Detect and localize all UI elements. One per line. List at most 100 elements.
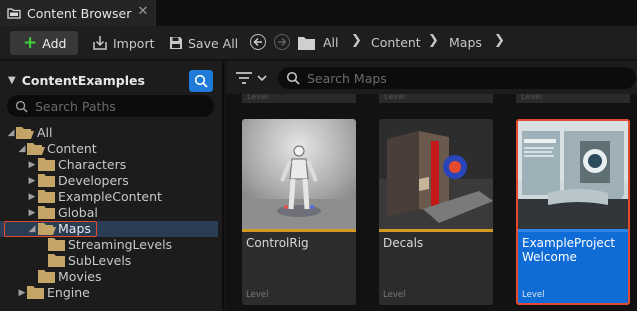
search-icon <box>15 100 28 113</box>
collapsed-arrow-icon[interactable]: ▶ <box>27 189 37 205</box>
tree-label: ExampleContent <box>58 189 162 204</box>
folder-icon <box>38 190 55 203</box>
toolbar: + Add Import Save All All ❯ Content ❯ Ma… <box>0 26 637 60</box>
expanded-arrow-icon[interactable]: ◢ <box>17 141 27 157</box>
breadcrumb-content[interactable]: Content <box>371 35 421 50</box>
save-all-label: Save All <box>188 35 239 51</box>
tree-label: Movies <box>58 269 102 284</box>
asset-name: Decals <box>383 236 424 250</box>
asset-name: ExampleProject Welcome <box>522 236 616 264</box>
forward-arrow-icon <box>278 37 287 47</box>
tree-item-developers[interactable]: ▶ Developers <box>0 173 218 189</box>
path-search-placeholder: Search Paths <box>35 98 116 114</box>
folder-open-icon <box>27 143 45 155</box>
asset-card-exampleproject-welcome[interactable]: ExampleProject Welcome Level <box>516 119 630 305</box>
forward-button[interactable] <box>274 34 290 50</box>
sources-root-label: ContentExamples <box>21 72 145 88</box>
collapsed-arrow-icon[interactable]: ▶ <box>27 157 37 173</box>
chevron-right-icon[interactable]: ❯ <box>428 33 439 48</box>
asset-type: Level <box>521 94 543 101</box>
collapsed-arrow-icon[interactable]: ▶ <box>17 285 27 301</box>
breadcrumb-maps[interactable]: Maps <box>449 35 482 50</box>
collapse-triangle-icon[interactable]: ▼ <box>8 75 16 86</box>
collapsed-arrow-icon[interactable]: ▶ <box>27 205 37 221</box>
search-toggle-button[interactable] <box>189 70 213 92</box>
asset-thumbnail <box>242 119 356 229</box>
tab-title: Content Browser <box>27 5 132 21</box>
asset-color-bar <box>518 229 628 232</box>
import-label: Import <box>113 35 155 51</box>
back-arrow-icon <box>253 37 262 47</box>
asset-type: Level <box>246 290 269 300</box>
search-icon <box>286 71 300 85</box>
asset-name: ControlRig <box>246 236 309 250</box>
chevron-right-icon[interactable]: ❯ <box>494 33 505 48</box>
filter-icon <box>236 72 252 84</box>
asset-color-bar <box>242 229 356 232</box>
asset-card-partial[interactable]: Level <box>516 94 630 103</box>
path-search-input[interactable]: Search Paths <box>7 95 214 117</box>
tree-item-examplecontent[interactable]: ▶ ExampleContent <box>0 189 218 205</box>
folder-open-icon <box>16 127 34 139</box>
expanded-arrow-icon[interactable]: ◢ <box>6 125 16 141</box>
filter-button[interactable] <box>236 70 272 86</box>
chevron-right-icon[interactable]: ❯ <box>351 33 362 48</box>
folder-icon <box>38 206 55 219</box>
tree-item-streaminglevels[interactable]: StreamingLevels <box>0 237 218 253</box>
tree-label: SubLevels <box>68 253 132 268</box>
tree-label: All <box>37 125 53 140</box>
tree-item-global[interactable]: ▶ Global <box>0 205 218 221</box>
tree-label: Global <box>58 205 98 220</box>
asset-card-partial[interactable]: Level <box>242 94 356 103</box>
tree-label: Engine <box>47 285 90 300</box>
asset-type: Level <box>383 290 406 300</box>
asset-card-controlrig[interactable]: ControlRig Level <box>242 119 356 305</box>
folder-icon <box>38 174 55 187</box>
asset-type: Level <box>522 290 545 300</box>
asset-card-decals[interactable]: Decals Level <box>379 119 493 305</box>
folder-icon <box>38 270 55 283</box>
import-button[interactable]: Import <box>92 31 155 55</box>
asset-color-bar <box>379 229 493 232</box>
map-search-placeholder: Search Maps <box>307 70 387 86</box>
filter-bar: Search Maps <box>226 61 637 94</box>
sources-panel: ▼ ContentExamples Search Paths ◢ All ◢ C… <box>0 61 224 311</box>
tab-bar: Content Browser ✕ <box>0 0 637 26</box>
tree-item-characters[interactable]: ▶ Characters <box>0 157 218 173</box>
content-browser-icon <box>7 8 21 19</box>
tree-item-content[interactable]: ◢ Content <box>0 141 218 157</box>
asset-thumbnail <box>518 121 628 229</box>
tree-item-engine[interactable]: ▶ Engine <box>0 285 218 301</box>
back-button[interactable] <box>250 34 266 50</box>
folder-icon <box>27 286 44 299</box>
tree-item-sublevels[interactable]: SubLevels <box>0 253 218 269</box>
map-search-input[interactable]: Search Maps <box>278 67 636 89</box>
save-all-button[interactable]: Save All <box>169 31 238 55</box>
asset-type: Level <box>384 94 406 101</box>
asset-thumbnail <box>379 119 493 229</box>
tree-item-movies[interactable]: Movies <box>0 269 218 285</box>
plus-icon: + <box>23 32 38 53</box>
tab-content-browser[interactable]: Content Browser ✕ <box>0 0 156 26</box>
close-icon[interactable]: ✕ <box>135 4 151 20</box>
tree-item-all[interactable]: ◢ All <box>0 125 218 141</box>
breadcrumb-all[interactable]: All <box>323 35 339 50</box>
tree-label: StreamingLevels <box>68 237 173 252</box>
assets-panel: Search Maps Level Level Level ControlRig… <box>226 61 637 311</box>
folder-icon <box>38 158 55 171</box>
folder-icon <box>48 238 65 251</box>
asset-card-partial[interactable]: Level <box>379 94 493 103</box>
asset-type: Level <box>247 94 269 101</box>
import-icon <box>93 36 107 50</box>
add-label: Add <box>42 35 67 51</box>
add-button[interactable]: + Add <box>10 31 78 55</box>
asset-grid: Level Level Level ControlRig Level Decal… <box>226 94 637 311</box>
tree-label: Characters <box>58 157 127 172</box>
folder-icon <box>48 254 65 267</box>
save-icon <box>170 37 182 49</box>
tree-label: Content <box>47 141 97 156</box>
folder-icon <box>298 37 315 50</box>
tree-label: Developers <box>58 173 129 188</box>
collapsed-arrow-icon[interactable]: ▶ <box>27 173 37 189</box>
chevron-down-icon <box>257 74 267 81</box>
